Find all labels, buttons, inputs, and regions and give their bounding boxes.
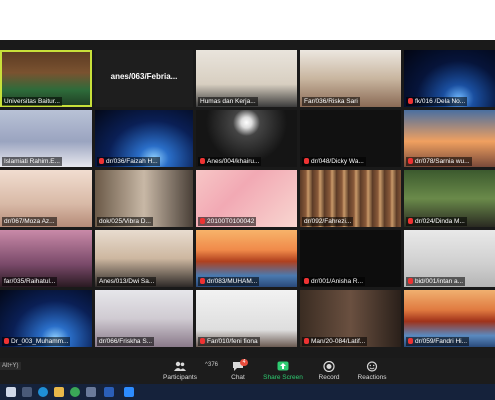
video-tile[interactable]: dr/001/Anisha R...	[300, 230, 401, 287]
record-icon	[323, 360, 335, 373]
reactions-button[interactable]: Reactions	[344, 360, 400, 384]
video-tile[interactable]: 20100T0100042	[196, 170, 297, 227]
video-tile[interactable]: Anes/004/khairu...	[196, 110, 297, 167]
participants-button[interactable]: 376 Participants	[152, 360, 218, 384]
video-tile[interactable]: dr/036/Faizah H...	[95, 110, 193, 167]
mic-muted-icon	[408, 98, 413, 104]
tile-name: Dr_003_Muhamm...	[2, 337, 71, 346]
video-tile[interactable]: dr/066/Friskha S...	[95, 290, 193, 347]
share-screen-label: Share Screen	[263, 374, 303, 381]
mic-muted-icon	[408, 278, 413, 284]
mic-muted-icon	[200, 158, 205, 164]
meeting-toolbar: 376 Participants ^ 4 Chat Share Screen R…	[0, 358, 495, 384]
edge-browser-icon[interactable]	[38, 387, 48, 397]
tile-name: Humas dan Kerja...	[198, 97, 258, 106]
tile-name: fk/016 /Dela No...	[406, 97, 468, 106]
reactions-icon	[366, 361, 378, 372]
video-tile[interactable]: anes/063/Febria...	[95, 50, 193, 107]
windows-taskbar	[0, 384, 495, 400]
video-tile[interactable]: dr/083/MUHAM...	[196, 230, 297, 287]
tile-name: Anes/013/Dwi Sa...	[97, 277, 157, 286]
mic-muted-icon	[304, 338, 309, 344]
video-tile[interactable]: fk/016 /Dela No...	[404, 50, 495, 107]
video-tile[interactable]: dr/024/Dinda M...	[404, 170, 495, 227]
video-tile[interactable]: Far/010/feni fiona	[196, 290, 297, 347]
start-icon[interactable]	[6, 387, 16, 397]
video-tile[interactable]: Islamiati Rahim.E...	[0, 110, 92, 167]
tile-name: Anes/004/khairu...	[198, 157, 262, 166]
video-tile[interactable]: Dr_003_Muhamm...	[0, 290, 92, 347]
mic-muted-icon	[4, 338, 9, 344]
gallery-view: Universitas Baitur... anes/063/Febria...…	[0, 40, 495, 358]
tile-name: bid/001/intan a...	[406, 277, 466, 286]
tile-name: 20100T0100042	[198, 217, 257, 226]
tile-name: Universitas Baitur...	[2, 97, 62, 106]
mic-muted-icon	[304, 278, 309, 284]
tile-name: dr/092/Fahrezi...	[302, 217, 354, 226]
reactions-label: Reactions	[357, 374, 387, 381]
video-tile[interactable]: Man/20-084/Latif...	[300, 290, 401, 347]
chat-icon: 4	[232, 359, 248, 372]
mic-muted-icon	[200, 278, 205, 284]
video-tile[interactable]: dr/078/Sarnia wu...	[404, 110, 495, 167]
video-tile[interactable]: Anes/013/Dwi Sa...	[95, 230, 193, 287]
task-view-icon[interactable]	[22, 387, 32, 397]
video-tile[interactable]: far/035/Raihatul...	[0, 230, 92, 287]
tile-name: Far/036/Riska Sari	[302, 97, 360, 106]
record-label: Record	[318, 374, 340, 381]
mic-muted-icon	[408, 218, 413, 224]
tile-name: anes/063/Febria...	[110, 72, 178, 81]
tile-name: dr/001/Anisha R...	[302, 277, 366, 286]
video-tile[interactable]: Humas dan Kerja...	[196, 50, 297, 107]
tile-name: dr/066/Friskha S...	[97, 337, 155, 346]
tile-name: Islamiati Rahim.E...	[2, 157, 62, 166]
tile-name: Far/010/feni fiona	[198, 337, 260, 346]
tile-name: dr/059/Fandri Hi...	[406, 337, 470, 346]
tile-name: far/035/Raihatul...	[2, 277, 58, 286]
file-explorer-icon[interactable]	[54, 387, 64, 397]
word-icon[interactable]	[104, 387, 114, 397]
tile-name: dr/083/MUHAM...	[198, 277, 260, 286]
tile-name: dr/078/Sarnia wu...	[406, 157, 472, 166]
shortcut-hint: Alt+Y)	[0, 362, 21, 370]
chat-label: Chat	[231, 374, 245, 381]
video-tile[interactable]: dr/048/Dicky Wa...	[300, 110, 401, 167]
chrome-icon[interactable]	[70, 387, 80, 397]
mic-muted-icon	[200, 218, 205, 224]
mic-muted-icon	[304, 158, 309, 164]
video-tile[interactable]: dr/059/Fandri Hi...	[404, 290, 495, 347]
tile-name: Man/20-084/Latif...	[302, 337, 368, 346]
video-tile[interactable]: Far/036/Riska Sari	[300, 50, 401, 107]
mic-muted-icon	[408, 158, 413, 164]
video-tile[interactable]: bid/001/intan a...	[404, 230, 495, 287]
zoom-app-icon[interactable]	[124, 387, 134, 397]
participants-icon: 376	[174, 361, 218, 372]
video-tile[interactable]: dr/067/Moza Az...	[0, 170, 92, 227]
chat-badge: 4	[240, 359, 248, 366]
mic-muted-icon	[200, 338, 205, 344]
tile-name: dr/036/Faizah H...	[97, 157, 160, 166]
video-tile[interactable]: Universitas Baitur...	[0, 50, 92, 107]
participants-label: Participants	[163, 374, 197, 381]
tile-name: dr/067/Moza Az...	[2, 217, 57, 226]
video-tile[interactable]: dr/092/Fahrezi...	[300, 170, 401, 227]
tile-name: dr/048/Dicky Wa...	[302, 157, 366, 166]
tile-name: dok/025/Vibra D...	[97, 217, 153, 226]
video-tile[interactable]: dok/025/Vibra D...	[95, 170, 193, 227]
mic-muted-icon	[99, 158, 104, 164]
share-screen-icon	[277, 361, 289, 372]
tile-name: dr/024/Dinda M...	[406, 217, 467, 226]
participants-chevron-up-icon[interactable]: ^	[205, 362, 208, 368]
mic-muted-icon	[408, 338, 413, 344]
store-icon[interactable]	[86, 387, 96, 397]
